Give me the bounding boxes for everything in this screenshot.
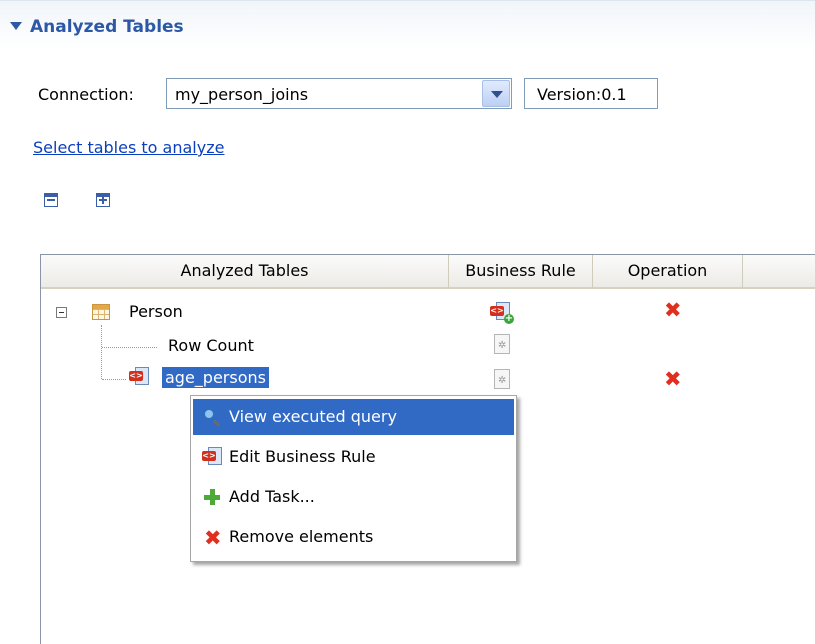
business-rule-doc-icon[interactable]	[494, 369, 510, 389]
tree-row-row-count[interactable]: Row Count	[168, 336, 254, 355]
chevron-down-icon[interactable]	[482, 80, 510, 107]
column-header-business-rule[interactable]: Business Rule	[449, 255, 593, 289]
tree-row-age-persons[interactable]: age_persons	[162, 367, 269, 388]
connection-label: Connection:	[38, 85, 134, 104]
column-header-operation[interactable]: Operation	[593, 255, 743, 289]
menu-item-label: Remove elements	[229, 527, 374, 546]
section-title: Analyzed Tables	[30, 17, 184, 37]
add-business-rule-icon[interactable]: <> +	[490, 302, 514, 324]
delete-icon[interactable]: ✖	[664, 300, 682, 321]
add-icon	[202, 487, 222, 507]
menu-item-edit-business-rule[interactable]: <> Edit Business Rule	[193, 439, 514, 475]
business-rule-doc-icon[interactable]	[494, 334, 510, 354]
business-rule-icon: <>	[202, 447, 222, 467]
business-rule-icon: <>	[129, 367, 151, 387]
section-header[interactable]: Analyzed Tables	[0, 0, 815, 51]
collapse-arrow-icon[interactable]	[10, 22, 22, 30]
menu-item-add-task[interactable]: Add Task...	[193, 479, 514, 515]
remove-icon: ✖	[204, 526, 222, 550]
tree-line	[101, 325, 102, 379]
menu-item-label: Add Task...	[229, 487, 315, 506]
delete-icon[interactable]: ✖	[664, 369, 682, 390]
magnifier-icon	[202, 407, 222, 427]
column-header-analyzed-tables[interactable]: Analyzed Tables	[41, 255, 449, 289]
column-header-empty	[743, 255, 815, 289]
menu-item-label: Edit Business Rule	[229, 447, 376, 466]
tree-row-label: age_persons	[162, 367, 269, 388]
tree-row-person[interactable]: Person	[129, 302, 183, 321]
collapse-all-icon[interactable]	[44, 193, 58, 207]
tree-line	[102, 347, 157, 348]
context-menu: View executed query <> Edit Business Rul…	[190, 395, 517, 562]
menu-item-label: View executed query	[229, 407, 397, 426]
version-text: Version:0.1	[537, 85, 627, 104]
menu-item-remove-elements[interactable]: ✖ Remove elements	[193, 519, 514, 555]
select-tables-link[interactable]: Select tables to analyze	[33, 138, 224, 157]
tree-line	[102, 379, 126, 380]
connection-combo[interactable]: my_person_joins	[166, 78, 512, 109]
expand-all-icon[interactable]	[96, 193, 110, 207]
version-field: Version:0.1	[524, 78, 658, 109]
connection-value: my_person_joins	[175, 85, 309, 104]
collapse-toggle-icon[interactable]	[56, 307, 67, 318]
table-icon	[92, 304, 110, 320]
menu-item-view-executed-query[interactable]: View executed query	[193, 399, 514, 435]
